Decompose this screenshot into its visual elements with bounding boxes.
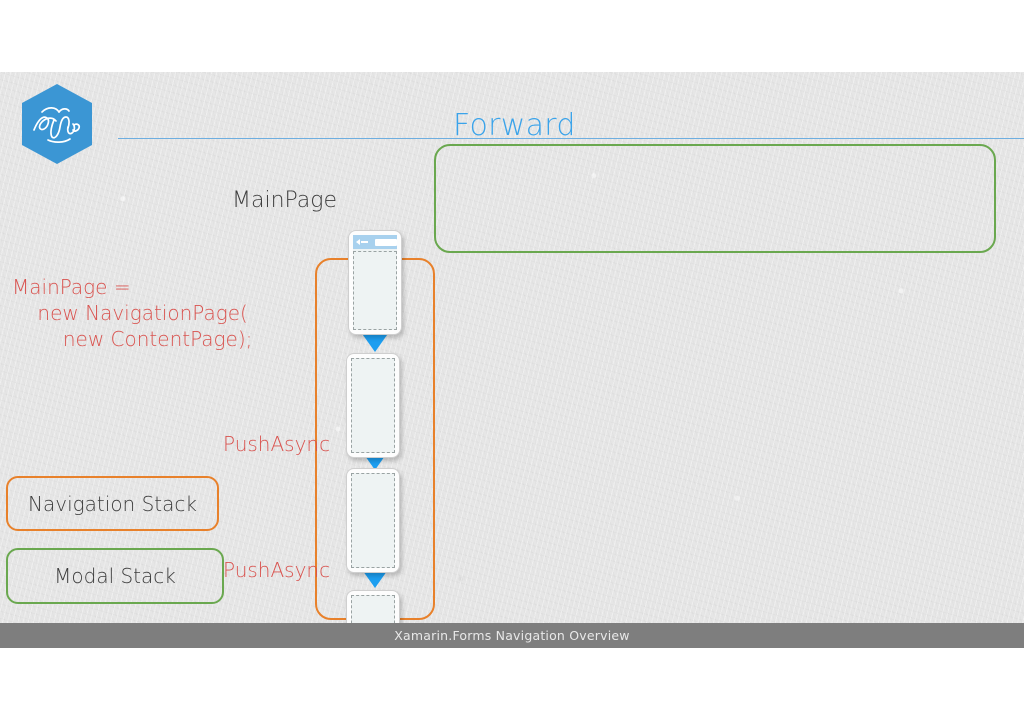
back-label-bar [361,241,368,243]
slide-footer: Xamarin.Forms Navigation Overview [0,623,1024,648]
code-snippet: MainPage = new NavigationPage( new Conte… [12,275,253,351]
phone-content-placeholder [351,473,395,568]
push-async-label-2: PushAsync [223,558,331,582]
navbar-title-bar [375,238,397,246]
pushed-page-phone-2 [346,468,400,573]
phone-navigation-bar [353,235,397,249]
main-page-label: MainPage [232,188,338,213]
legend-navigation-stack: Navigation Stack [6,476,219,531]
phone-content-placeholder [353,251,397,330]
nuits-hexagon-logo[interactable] [18,82,96,166]
back-chevron-icon [356,239,360,245]
main-page-phone [348,230,402,335]
pushed-page-phone-1 [346,353,400,458]
phone-content-placeholder [351,358,395,453]
slide-canvas: Forward MainPage MainPage = new Navigati… [0,72,1024,648]
modal-stack-container [434,144,996,253]
push-async-label-1: PushAsync [223,432,331,456]
footer-title: Xamarin.Forms Navigation Overview [394,628,630,643]
legend-modal-stack: Modal Stack [6,548,224,604]
page-title: Forward [453,108,576,143]
